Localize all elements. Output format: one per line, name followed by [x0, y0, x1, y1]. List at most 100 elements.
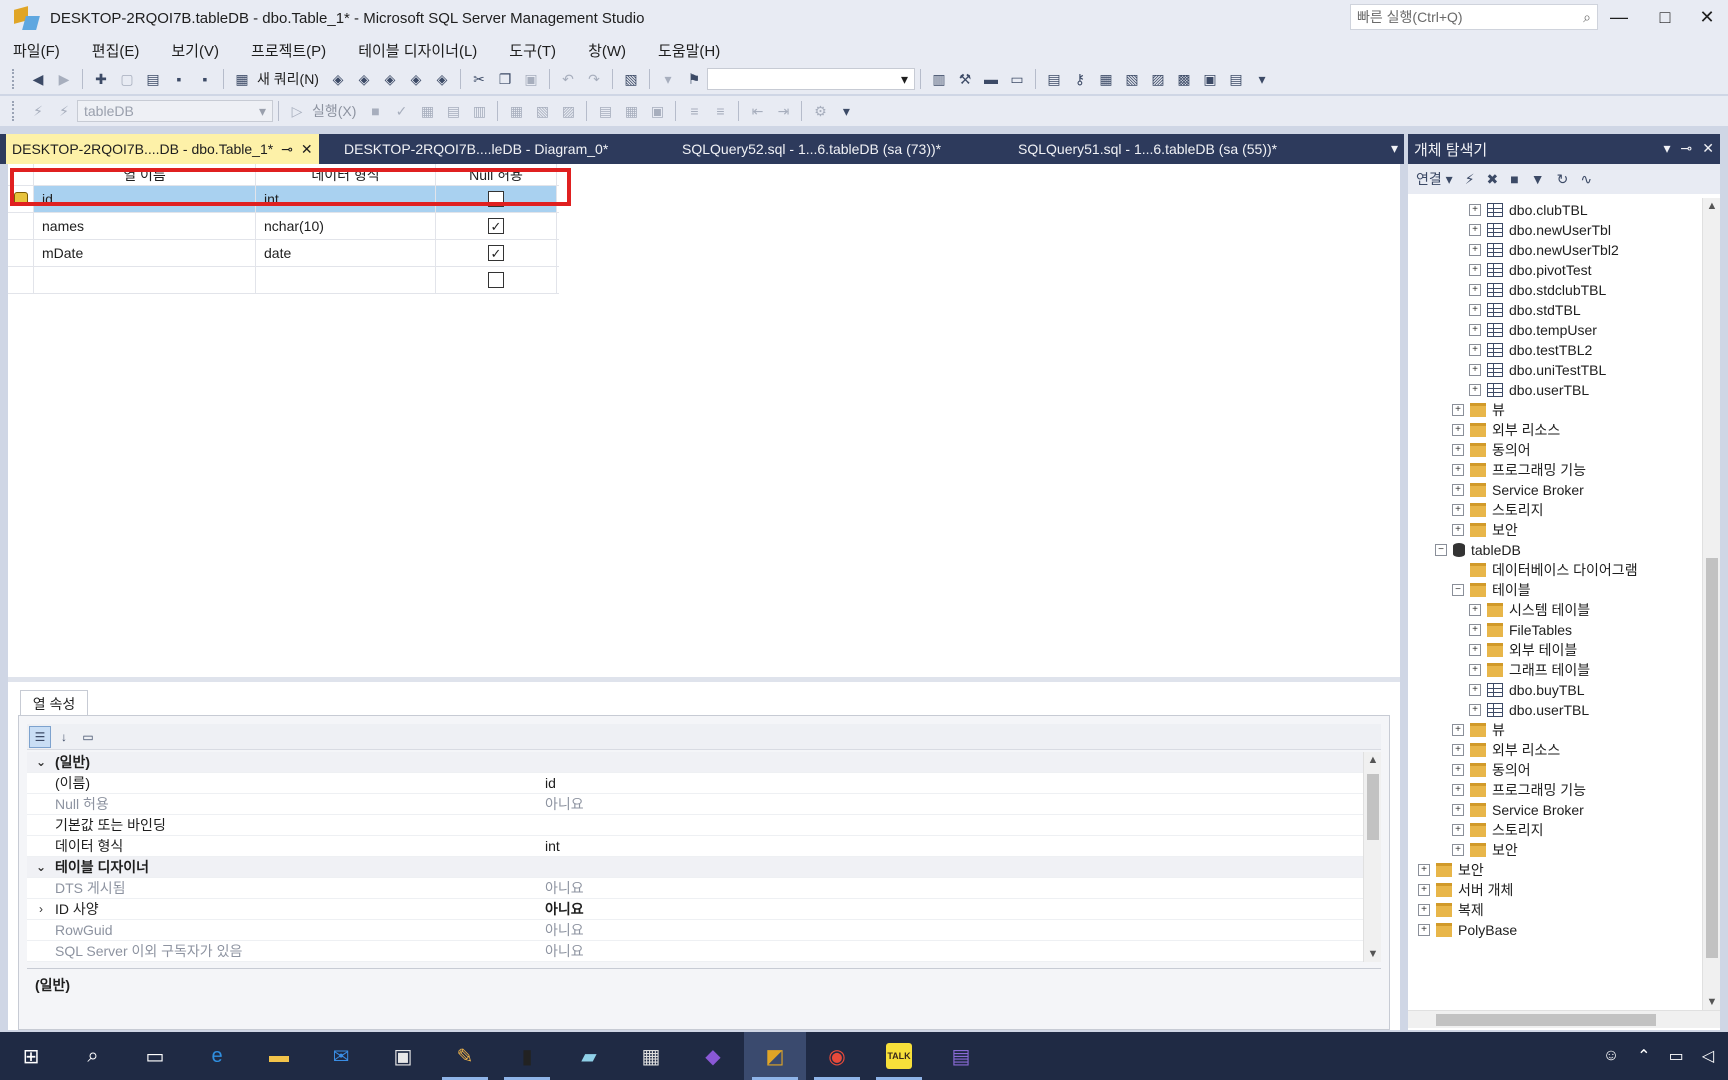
stop-icon[interactable]: ■ — [1510, 171, 1518, 187]
copy-icon[interactable]: ❐ — [495, 69, 515, 89]
find-combo[interactable]: ▾ — [706, 68, 915, 90]
tree-node[interactable]: + dbo.newUserTbl — [1469, 220, 1611, 240]
expand-icon[interactable]: + — [1452, 424, 1464, 436]
add-item-icon[interactable]: ▢ — [117, 69, 137, 89]
undo-icon[interactable]: ↶ — [558, 69, 578, 89]
expand-icon[interactable]: + — [1452, 724, 1464, 736]
expand-icon[interactable]: + — [1452, 804, 1464, 816]
tree-node[interactable]: + dbo.userTBL — [1469, 700, 1589, 720]
chevron-down-icon[interactable]: ⌄ — [27, 860, 55, 874]
query-options-icon[interactable]: ▤ — [443, 101, 463, 121]
menu-table-designer[interactable]: 테이블 디자이너(L) — [349, 40, 486, 61]
allow-nulls-checkbox[interactable]: ✓ — [488, 245, 504, 261]
include-plan-icon[interactable]: ▦ — [506, 101, 526, 121]
expand-icon[interactable]: + — [1452, 504, 1464, 516]
maximize-button[interactable]: □ — [1642, 0, 1688, 34]
properties-icon[interactable]: ⚒ — [955, 69, 975, 89]
scroll-down-icon[interactable]: ▼ — [1703, 996, 1721, 1008]
object-explorer-hscrollbar[interactable] — [1408, 1010, 1720, 1028]
expand-icon[interactable]: + — [1469, 304, 1481, 316]
tree-node[interactable]: − 테이블 — [1452, 580, 1531, 600]
cut-icon[interactable]: ✂ — [469, 69, 489, 89]
row-selector[interactable] — [8, 213, 34, 239]
tree-node[interactable]: 데이터베이스 다이어그램 — [1452, 560, 1638, 580]
connect-icon[interactable]: ⚡ — [28, 101, 48, 121]
comment-icon[interactable]: ≡ — [684, 101, 704, 121]
toolbar-grip[interactable] — [12, 101, 17, 121]
manage-indexes-icon[interactable]: ▧ — [1122, 69, 1142, 89]
redo-icon[interactable]: ↷ — [584, 69, 604, 89]
expand-icon[interactable]: + — [1452, 464, 1464, 476]
expand-icon[interactable]: + — [1452, 404, 1464, 416]
property-category-table-designer[interactable]: ⌄ 테이블 디자이너 — [27, 857, 1363, 878]
tree-node[interactable]: + dbo.stdTBL — [1469, 300, 1581, 320]
table-row[interactable]: mDate date ✓ — [8, 240, 559, 267]
tree-node[interactable]: + dbo.uniTestTBL — [1469, 360, 1606, 380]
taskbar-mail-icon[interactable]: ✉ — [310, 1032, 372, 1080]
chevron-right-icon[interactable]: › — [27, 902, 55, 916]
data-type-cell[interactable]: nchar(10) — [256, 213, 436, 239]
execute-button[interactable]: 실행(X) — [312, 101, 356, 121]
property-row[interactable]: RowGuid 아니요 — [27, 920, 1363, 941]
property-grid-scrollbar[interactable]: ▲ ▼ — [1363, 752, 1381, 962]
tree-node[interactable]: + FileTables — [1469, 620, 1572, 640]
tree-node[interactable]: + dbo.buyTBL — [1469, 680, 1585, 700]
row-selector[interactable] — [8, 267, 34, 293]
taskbar-search-icon[interactable]: ⌕ — [62, 1032, 124, 1080]
pane-splitter[interactable] — [8, 677, 1400, 682]
tree-node[interactable]: + dbo.newUserTbl2 — [1469, 240, 1619, 260]
expand-icon[interactable]: + — [1469, 604, 1481, 616]
tree-node[interactable]: + 보안 — [1418, 860, 1484, 880]
results-to-file-icon[interactable]: ▣ — [647, 101, 667, 121]
taskbar-calculator-icon[interactable]: ▦ — [620, 1032, 682, 1080]
menu-help[interactable]: 도움말(H) — [649, 40, 729, 61]
allow-nulls-checkbox[interactable] — [488, 272, 504, 288]
uncomment-icon[interactable]: ≡ — [710, 101, 730, 121]
pin-icon[interactable]: ⊸ — [281, 141, 293, 158]
mdx-query-icon[interactable]: ◈ — [354, 69, 374, 89]
toolbar-options-icon[interactable]: ▾ — [836, 101, 856, 121]
volume-icon[interactable]: ◁ — [1702, 1046, 1714, 1066]
menu-window[interactable]: 창(W) — [579, 40, 635, 61]
taskbar-app-icon[interactable]: ▤ — [930, 1032, 992, 1080]
tab-column-properties[interactable]: 열 속성 — [20, 690, 88, 716]
taskbar-chrome-icon[interactable]: ◉ — [806, 1032, 868, 1080]
activity-monitor-icon[interactable]: ∿ — [1580, 171, 1592, 188]
new-query-button[interactable]: 새 쿼리(N) — [257, 69, 319, 89]
column-name-cell[interactable]: names — [34, 213, 256, 239]
toolbox-icon[interactable]: ▬ — [981, 69, 1001, 89]
pin-icon[interactable]: ⊸ — [1681, 140, 1693, 157]
taskbar-visual-studio-icon[interactable]: ◆ — [682, 1032, 744, 1080]
manage-fulltext-icon[interactable]: ▨ — [1148, 69, 1168, 89]
toolbar-grip[interactable] — [12, 69, 17, 89]
window-position-icon[interactable]: ▾ — [1664, 140, 1671, 157]
property-value[interactable]: 아니요 — [539, 899, 1363, 919]
expand-icon[interactable]: + — [1469, 704, 1481, 716]
tree-node[interactable]: + 뷰 — [1452, 400, 1505, 420]
scrollbar-thumb[interactable] — [1436, 1014, 1656, 1026]
expand-icon[interactable]: + — [1452, 444, 1464, 456]
tab-sqlquery51[interactable]: SQLQuery51.sql - 1...6.tableDB (sa (55))… — [1012, 134, 1283, 164]
property-row[interactable]: (이름) id — [27, 773, 1363, 794]
set-primary-key-icon[interactable]: ⚷ — [1070, 69, 1090, 89]
object-explorer-vscrollbar[interactable]: ▲ ▼ — [1702, 198, 1720, 1010]
data-type-cell[interactable] — [256, 267, 436, 293]
expand-icon[interactable]: + — [1469, 384, 1481, 396]
table-row[interactable]: names nchar(10) ✓ — [8, 213, 559, 240]
dmx-query-icon[interactable]: ◈ — [380, 69, 400, 89]
close-icon[interactable]: ✕ — [1702, 140, 1714, 157]
parse-icon[interactable]: ✓ — [391, 101, 411, 121]
taskbar-notepad-icon[interactable]: ▰ — [558, 1032, 620, 1080]
collapse-icon[interactable]: − — [1452, 584, 1464, 596]
taskbar-store-icon[interactable]: ▣ — [372, 1032, 434, 1080]
property-category-general[interactable]: ⌄ (일반) — [27, 752, 1363, 773]
tree-node[interactable]: + 복제 — [1418, 900, 1484, 920]
expand-icon[interactable]: + — [1469, 644, 1481, 656]
tree-node[interactable]: + 프로그래밍 기능 — [1452, 460, 1586, 480]
intellisense-icon[interactable]: ▥ — [469, 101, 489, 121]
find-in-files-icon[interactable]: ⚑ — [684, 69, 704, 89]
expand-icon[interactable]: + — [1469, 664, 1481, 676]
tree-node[interactable]: + 스토리지 — [1452, 500, 1544, 520]
connect-object-explorer-icon[interactable]: ⚡ — [1465, 171, 1475, 188]
paste-icon[interactable]: ▣ — [521, 69, 541, 89]
